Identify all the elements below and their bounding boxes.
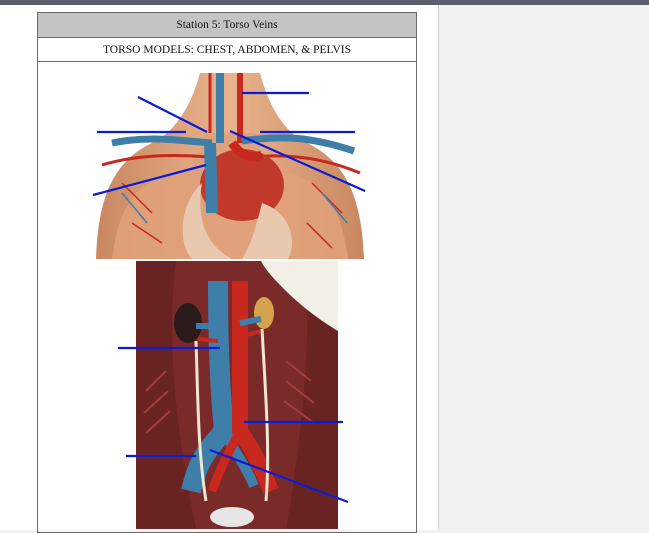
- pointer-line: [229, 129, 366, 193]
- pointer-line: [92, 163, 207, 197]
- side-panel: [439, 5, 649, 530]
- pointer-lines-overlay: [92, 91, 366, 504]
- pointer-line: [209, 448, 349, 504]
- pointer-line: [137, 96, 208, 133]
- document-page: Station 5: Torso Veins TORSO MODELS: CHE…: [0, 5, 439, 533]
